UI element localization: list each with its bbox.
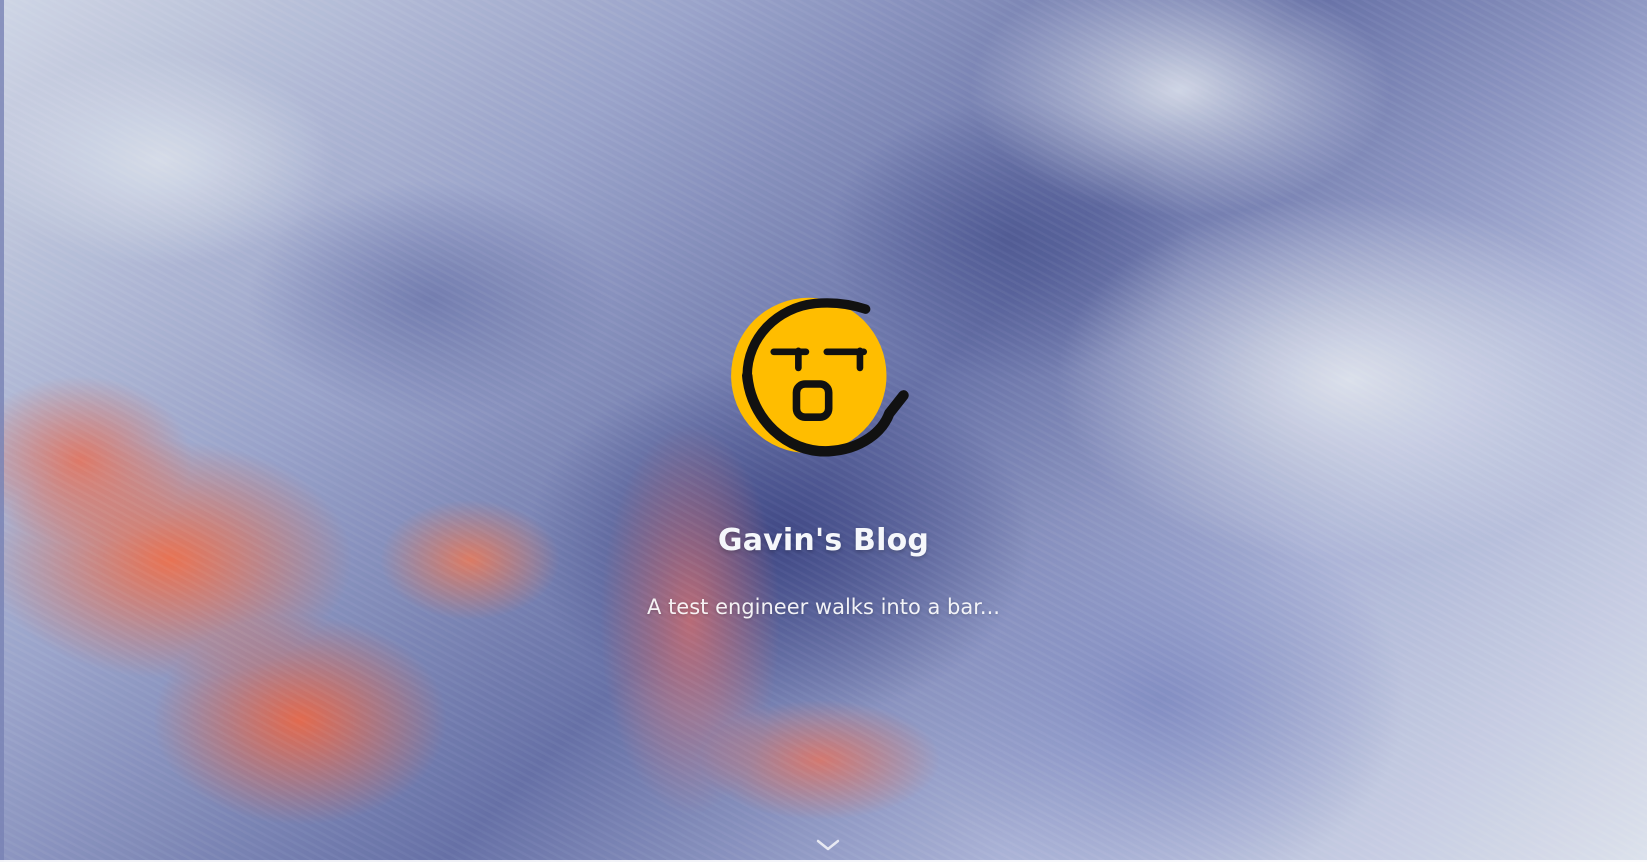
hero-banner: Gavin's Blog A test engineer walks into … <box>0 0 1647 862</box>
hero-content: Gavin's Blog A test engineer walks into … <box>0 0 1647 862</box>
blog-subtitle: A test engineer walks into a bar... <box>647 595 1000 619</box>
yellow-face-avatar-icon <box>731 297 909 457</box>
avatar-container <box>728 294 938 484</box>
blog-title: Gavin's Blog <box>717 523 930 558</box>
chevron-down-icon[interactable] <box>814 836 842 854</box>
